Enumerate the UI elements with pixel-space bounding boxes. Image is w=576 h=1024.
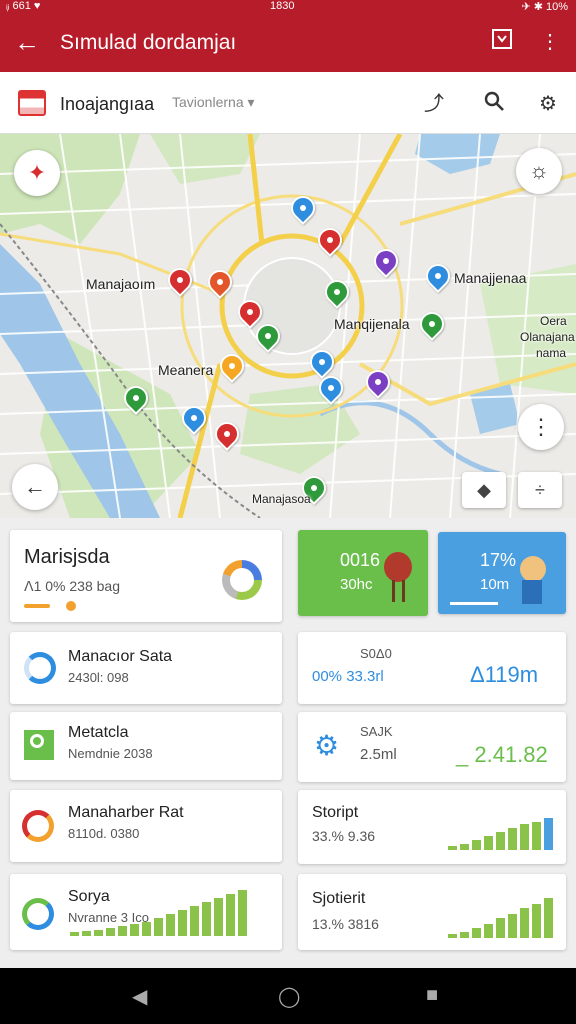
metric-value: Δ119m <box>470 662 539 687</box>
location-name[interactable]: Inoajangıaa <box>60 94 154 115</box>
mascot-leg <box>392 580 395 602</box>
search-icon[interactable] <box>480 90 508 118</box>
blue-stat-bar <box>450 602 498 605</box>
location-dropdown[interactable]: Tavionlerna ▾ <box>172 94 255 111</box>
mascot-leg <box>402 580 405 602</box>
metric-sub: 13.% 3816 <box>312 916 379 932</box>
metric-card-2[interactable]: Metatcla Nemdnie 2038 <box>10 712 282 780</box>
app-title: Sımulad dordamjaı <box>60 31 237 54</box>
metric-title: Manaharber Rat <box>68 804 184 821</box>
green-stat-value: 0016 <box>340 550 381 570</box>
metric-sub: 2430l: 098 <box>68 670 129 685</box>
map-label: Manqijenala <box>334 316 410 332</box>
status-left: ᵢ᷊ᵢ 661 ♥ <box>6 0 41 12</box>
metric-card-3[interactable]: Manaharber Rat 8110d. 0380 <box>10 790 282 862</box>
route-icon[interactable]: ⋮ <box>518 404 564 450</box>
nav-home-icon[interactable]: ◯ <box>278 984 300 1009</box>
system-nav-bar: ◀ ◯ ■ <box>0 968 576 1024</box>
summary-card[interactable]: Marisjsda ꓥ1 0% 238 bag <box>10 530 282 622</box>
map-canvas <box>0 134 576 518</box>
summary-subtitle: ꓥ1 0% 238 bag <box>24 578 120 594</box>
progress-ring-icon <box>22 898 54 930</box>
progress-ring-icon <box>22 810 54 842</box>
mini-bar-chart <box>448 896 553 938</box>
character-icon <box>520 556 546 582</box>
green-stat-card[interactable]: 0016 30hc <box>298 530 428 616</box>
blue-stat-value: 17% <box>480 550 517 570</box>
app-bar: ← Sımulad dordamjaı ⋮ <box>0 14 576 72</box>
nav-back-icon[interactable]: ◀ <box>132 984 147 1009</box>
map-label: Oera <box>540 314 567 328</box>
collapse-arrow-icon[interactable]: ← <box>12 464 58 510</box>
status-time: 1830 <box>270 0 295 12</box>
metric-sub: Nemdnie 2038 <box>68 746 153 761</box>
gear-cloud-icon: ⚙ <box>314 730 340 761</box>
location-bar: Inoajangıaa Tavionlerna ▾ ⤴ ⚙ <box>0 72 576 134</box>
character-body <box>522 580 542 604</box>
map-layers-icon[interactable]: ◆ <box>462 472 506 508</box>
summary-donut <box>222 560 262 600</box>
metric-value: _ 2.41.82 <box>456 742 548 767</box>
mascot-icon <box>384 552 412 582</box>
map-label: nama <box>536 346 567 360</box>
blue-stat-sub: 10m <box>480 576 510 593</box>
metric-title: Manacıor Sata <box>68 648 173 665</box>
more-vert-icon[interactable]: ⋮ <box>536 28 564 56</box>
blue-stat-card[interactable]: 17% 10m <box>438 532 566 614</box>
metric-title: SAJK <box>360 724 393 739</box>
metric-sub: 8110d. 0380 <box>68 826 140 841</box>
back-arrow-icon[interactable]: ← <box>14 28 40 56</box>
metric-card-5[interactable]: S0Δ0 00% 33.3rl Δ119m <box>298 632 566 704</box>
metric-sub: 33.% 9.36 <box>312 828 376 844</box>
summary-progress-bar <box>24 604 50 608</box>
layers-sun-icon[interactable]: ☼ <box>516 148 562 194</box>
metric-card-6[interactable]: ⚙ SAJK 2.5ml _ 2.41.82 <box>298 712 566 782</box>
map-label: Olanajana <box>520 330 575 344</box>
app-logo-icon <box>18 90 46 116</box>
metric-sub: 00% 33.3rl <box>312 668 384 685</box>
directions-icon[interactable]: ⤴ <box>420 90 448 118</box>
chevron-down-icon: ▾ <box>247 94 255 110</box>
map-view[interactable]: Manajaoım Manajjenaa Manqijenala Meanera… <box>0 134 576 518</box>
status-right: ✈ ✱ 10% <box>521 1 568 13</box>
status-bar: ᵢ᷊ᵢ 661 ♥ 1830 ✈ ✱ 10% <box>0 0 576 14</box>
metric-title: Stoript <box>312 804 359 821</box>
metric-card-7[interactable]: Stoript 33.% 9.36 <box>298 790 566 864</box>
metric-card-4[interactable]: Sorya Nvranne 3 Ico <box>10 874 282 950</box>
dropdown-label: Tavionlerna <box>172 94 244 110</box>
bookmark-icon[interactable] <box>488 28 516 56</box>
mini-bar-chart <box>70 890 247 936</box>
map-tools-icon[interactable]: ÷ <box>518 472 562 508</box>
map-label: Manajjenaa <box>454 270 527 286</box>
summary-title: Marisjsda <box>24 546 110 568</box>
map-label: Meanera <box>158 362 214 378</box>
metric-title: Sjotierit <box>312 890 366 907</box>
metric-sub: 2.5ml <box>360 746 397 763</box>
map-thumb-icon <box>24 730 54 760</box>
mini-bar-chart <box>448 814 553 850</box>
map-label: Manajaoım <box>86 276 156 292</box>
map-label: Manajasoa <box>252 492 311 506</box>
summary-progress-dot <box>66 601 76 611</box>
metric-title: S0Δ0 <box>360 646 392 661</box>
metric-card-8[interactable]: Sjotierit 13.% 3816 <box>298 874 566 950</box>
metric-title: Metatcla <box>68 724 129 741</box>
metric-card-1[interactable]: Manacıor Sata 2430l: 098 <box>10 632 282 704</box>
compass-icon[interactable]: ✦ <box>14 150 60 196</box>
nav-recents-icon[interactable]: ■ <box>426 984 438 1007</box>
gear-icon[interactable]: ⚙ <box>534 90 562 118</box>
progress-ring-icon <box>24 652 56 684</box>
green-stat-sub: 30hc <box>340 576 373 593</box>
